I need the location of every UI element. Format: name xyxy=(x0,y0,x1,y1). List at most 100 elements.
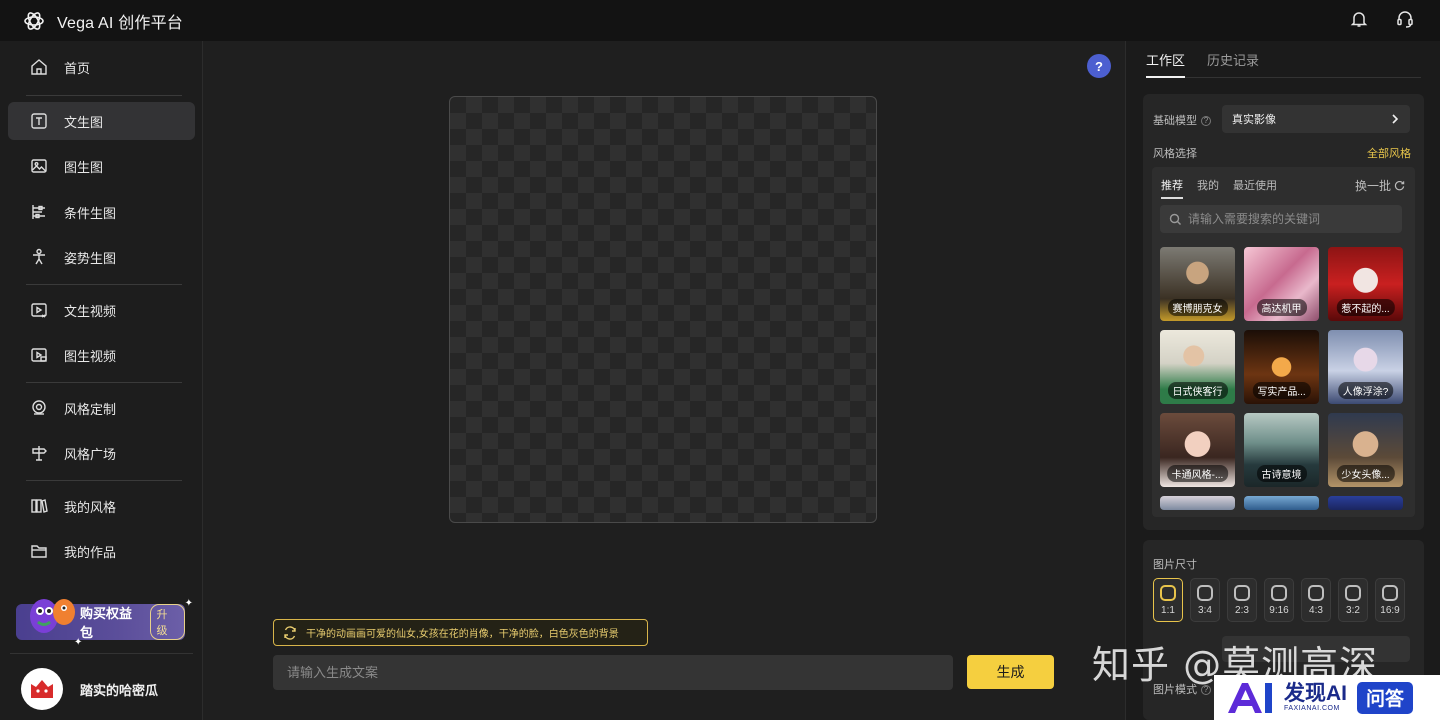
sidebar-item-home[interactable]: 首页 xyxy=(8,48,195,86)
app-title: Vega AI 创作平台 xyxy=(57,14,184,32)
prompt-suggestion-text: 干净的动画画可爱的仙女,女孩在花的肖像，干净的脸，白色灰色的背景 xyxy=(306,629,619,640)
user-profile[interactable]: 踏实的哈密瓜 xyxy=(21,668,158,710)
image-icon xyxy=(28,155,50,177)
style-thumb-fox[interactable]: 惹不起的... xyxy=(1328,247,1403,321)
question-icon[interactable]: ? xyxy=(1201,116,1211,126)
style-thumb-ancient-poem[interactable]: 古诗意境 xyxy=(1244,413,1319,487)
size-option-4-3[interactable]: 4:3 xyxy=(1301,578,1331,622)
buy-package-button[interactable]: 购买权益包 升级 ✦ ✦ xyxy=(16,598,193,648)
upgrade-badge: 升级 xyxy=(149,604,185,640)
sidebar-divider xyxy=(26,95,182,96)
style-label: 风格选择 xyxy=(1153,148,1197,160)
style-card: 基础模型? 真实影像 风格选择 全部风格 推荐 我的 最近使用 换一批 请输入需… xyxy=(1143,94,1424,530)
size-ratio: 9:16 xyxy=(1269,604,1289,616)
tab-workspace[interactable]: 工作区 xyxy=(1146,41,1186,78)
avatar[interactable] xyxy=(21,668,63,710)
sparkle-icon: ✦ xyxy=(74,637,83,648)
promo-label: 购买权益包 xyxy=(80,606,133,640)
ratio-icon xyxy=(1234,584,1250,601)
ratio-icon xyxy=(1160,584,1176,601)
prompt-input[interactable] xyxy=(273,655,953,690)
text-video-icon xyxy=(28,299,50,321)
sidebar-item-image-to-video[interactable]: 图生视频 xyxy=(8,336,195,374)
style-thumb-cyberpunk[interactable]: 赛博朋克女 xyxy=(1160,247,1235,321)
sidebar-item-label: 文生图 xyxy=(64,114,104,130)
sidebar-item-image-to-image[interactable]: 图生图 xyxy=(8,147,195,185)
ratio-icon xyxy=(1308,584,1324,601)
style-thumb-girl-avatar[interactable]: 少女头像... xyxy=(1328,413,1403,487)
size-option-1-1[interactable]: 1:1 xyxy=(1153,578,1183,622)
vega-logo-icon[interactable] xyxy=(22,9,46,33)
folder-icon xyxy=(28,540,50,562)
style-thumb-cartoon[interactable]: 卡通风格-... xyxy=(1160,413,1235,487)
sidebar-item-my-styles[interactable]: 我的风格 xyxy=(8,487,195,525)
size-options: 1:1 3:4 2:3 9:16 4:3 3:2 16:9 xyxy=(1153,578,1405,622)
help-icon[interactable]: ? xyxy=(1087,54,1111,78)
sliders-icon xyxy=(28,201,50,223)
style-thumb-japanese[interactable]: 日式侠客行 xyxy=(1160,330,1235,404)
style-tab-recommended[interactable]: 推荐 xyxy=(1161,177,1183,199)
signpost-icon xyxy=(28,442,50,464)
sidebar-item-pose-image[interactable]: 姿势生图 xyxy=(8,238,195,276)
refresh-batch-label: 换一批 xyxy=(1354,179,1391,193)
style-selector: 推荐 我的 最近使用 换一批 赛博朋克女 高达机甲 惹不起的... 日式侠客行 … xyxy=(1152,167,1415,517)
sidebar-item-label: 我的风格 xyxy=(64,499,117,515)
style-caption: 写实产品... xyxy=(1252,382,1311,399)
style-caption: 日式侠客行 xyxy=(1167,382,1228,399)
tab-history[interactable]: 历史记录 xyxy=(1207,41,1259,78)
top-bar: Vega AI 创作平台 xyxy=(0,0,1440,41)
refresh-batch-button[interactable]: 换一批 xyxy=(1355,177,1405,194)
sidebar-divider xyxy=(26,382,182,383)
search-icon xyxy=(1169,213,1182,226)
panel-tabs: 工作区 历史记录 xyxy=(1146,41,1421,78)
style-thumb-partial[interactable] xyxy=(1328,496,1403,510)
size-ratio: 16:9 xyxy=(1380,604,1400,616)
pose-icon xyxy=(28,246,50,268)
size-option-2-3[interactable]: 2:3 xyxy=(1227,578,1257,622)
main-workspace: ? 干净的动画画可爱的仙女,女孩在花的肖像，干净的脸，白色灰色的背景 生成 xyxy=(203,41,1125,720)
sidebar-item-label: 首页 xyxy=(64,60,91,76)
size-option-16-9[interactable]: 16:9 xyxy=(1375,578,1405,622)
sidebar-item-style-custom[interactable]: 风格定制 xyxy=(8,389,195,427)
all-styles-link[interactable]: 全部风格 xyxy=(1367,145,1411,161)
prompt-suggestion[interactable]: 干净的动画画可爱的仙女,女孩在花的肖像，干净的脸，白色灰色的背景 xyxy=(273,619,648,646)
style-tab-recent[interactable]: 最近使用 xyxy=(1233,177,1277,199)
size-ratio: 4:3 xyxy=(1309,604,1323,616)
sidebar-item-text-to-image[interactable]: 文生图 xyxy=(8,102,195,140)
style-search-input[interactable] xyxy=(1188,212,1398,226)
sidebar-item-label: 文生视频 xyxy=(64,303,117,319)
size-option-9-16[interactable]: 9:16 xyxy=(1264,578,1294,622)
sidebar-item-condition-image[interactable]: 条件生图 xyxy=(8,193,195,231)
size-ratio: 1:1 xyxy=(1161,604,1175,616)
size-option-3-2[interactable]: 3:2 xyxy=(1338,578,1368,622)
size-ratio: 2:3 xyxy=(1235,604,1249,616)
size-label: 图片尺寸 xyxy=(1153,559,1197,571)
base-model-value: 真实影像 xyxy=(1232,114,1276,126)
style-thumb-portrait[interactable]: 人像浮涂? xyxy=(1328,330,1403,404)
mascot-icon xyxy=(30,599,75,633)
style-caption: 卡通风格-... xyxy=(1166,465,1229,482)
style-search[interactable] xyxy=(1160,205,1402,233)
sidebar-item-my-works[interactable]: 我的作品 xyxy=(8,532,195,570)
sidebar-item-style-plaza[interactable]: 风格广场 xyxy=(8,434,195,472)
user-divider xyxy=(10,653,193,654)
style-thumb-product[interactable]: 日式侠客行写实产品... xyxy=(1244,330,1319,404)
style-thumb-partial[interactable] xyxy=(1160,496,1235,510)
sidebar: 首页 文生图 图生图 条件生图 姿势生图 文生视频 图生视频 风格定制 风格广场… xyxy=(0,41,203,720)
generate-button[interactable]: 生成 xyxy=(967,655,1054,689)
bell-icon[interactable] xyxy=(1348,8,1370,30)
style-thumb-partial[interactable] xyxy=(1244,496,1319,510)
watermark-domain: FAXIANAI.COM xyxy=(1284,705,1340,712)
image-canvas xyxy=(449,96,877,523)
base-model-select[interactable]: 真实影像 xyxy=(1222,105,1410,133)
style-thumb-gundam[interactable]: 高达机甲 xyxy=(1244,247,1319,321)
style-tab-mine[interactable]: 我的 xyxy=(1197,177,1219,199)
style-custom-icon xyxy=(28,397,50,419)
size-option-3-4[interactable]: 3:4 xyxy=(1190,578,1220,622)
size-ratio: 3:4 xyxy=(1198,604,1212,616)
ratio-icon xyxy=(1345,584,1361,601)
sidebar-item-text-to-video[interactable]: 文生视频 xyxy=(8,291,195,329)
watermark-qa: 问答 xyxy=(1357,681,1413,714)
ratio-icon xyxy=(1197,584,1213,601)
headset-icon[interactable] xyxy=(1394,8,1416,30)
